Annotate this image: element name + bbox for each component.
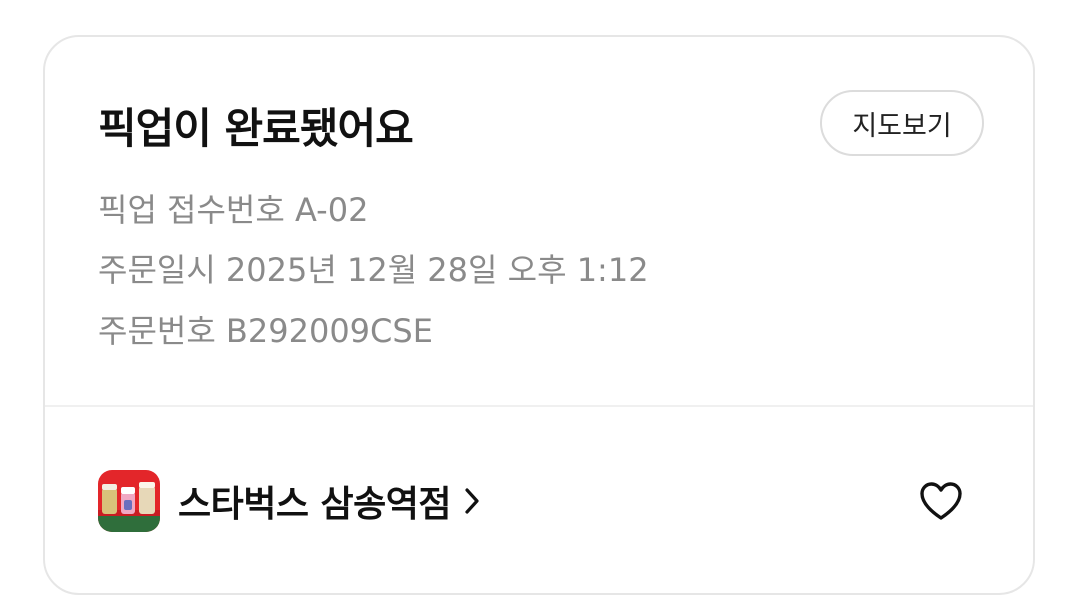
chevron-right-icon — [463, 486, 481, 516]
view-map-button[interactable]: 지도보기 — [820, 90, 984, 156]
store-name: 스타벅스 삼송역점 — [178, 484, 452, 525]
order-card: 픽업이 완료됐어요 지도보기 픽업 접수번호 A-02 주문일시 2025년 1… — [43, 35, 1035, 595]
order-datetime: 주문일시 2025년 12월 28일 오후 1:12 — [98, 251, 649, 289]
favorite-heart-icon[interactable] — [918, 479, 964, 525]
pickup-number: 픽업 접수번호 A-02 — [98, 191, 369, 229]
divider — [45, 405, 1033, 407]
store-link[interactable]: 스타벅스 삼송역점 — [98, 469, 481, 533]
order-number: 주문번호 B292009CSE — [98, 312, 433, 350]
pickup-status-title: 픽업이 완료됐어요 — [98, 104, 414, 153]
store-logo — [98, 470, 160, 532]
order-summary: 픽업이 완료됐어요 지도보기 픽업 접수번호 A-02 주문일시 2025년 1… — [45, 37, 1033, 407]
